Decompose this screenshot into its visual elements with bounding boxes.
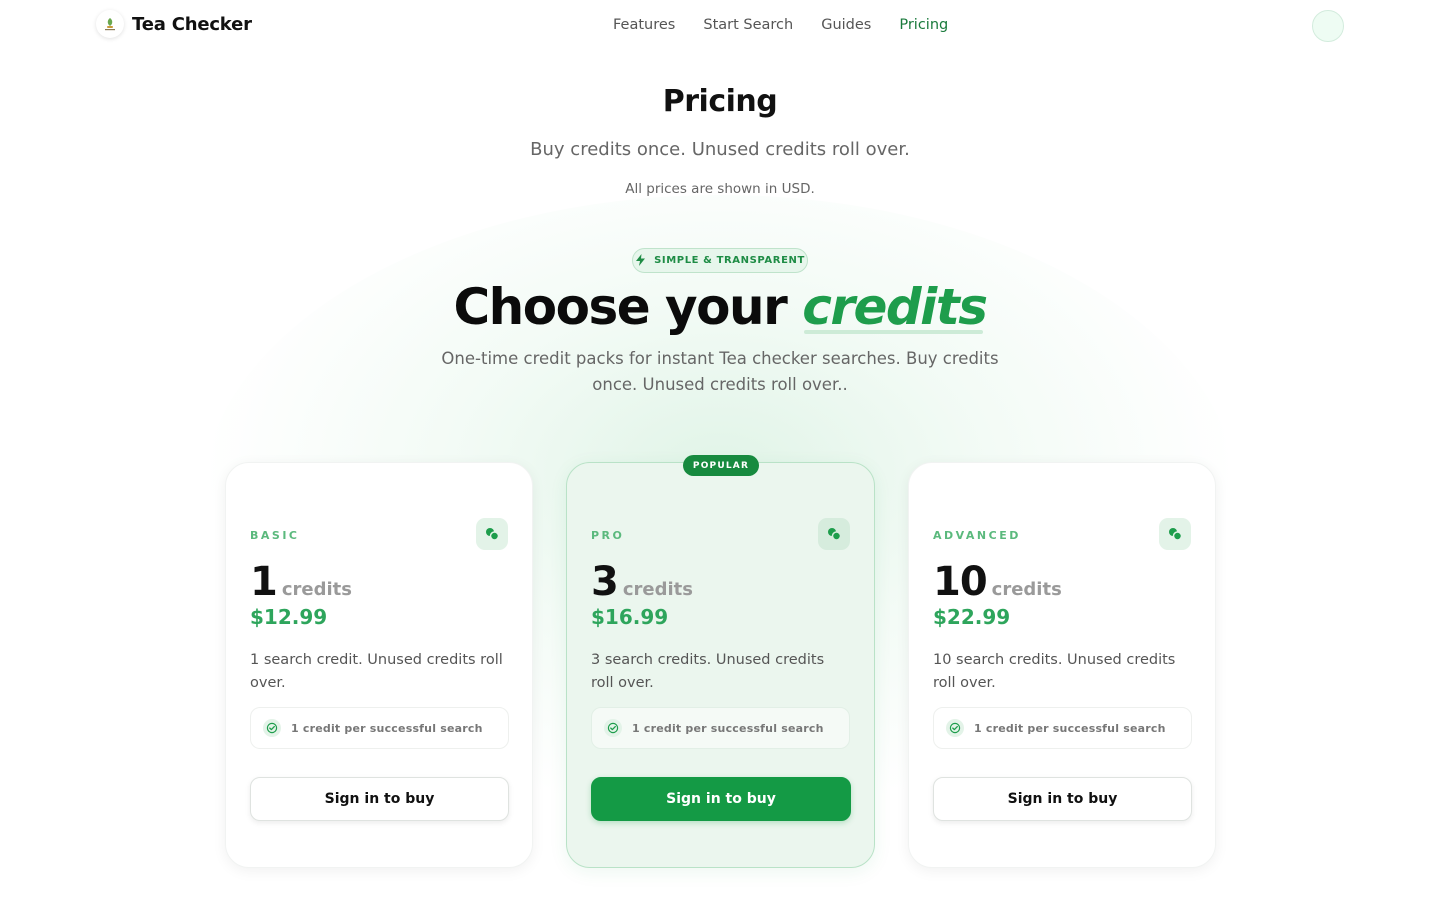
plan-price: $16.99 [591, 605, 669, 629]
hero-subtitle: One-time credit packs for instant Tea ch… [441, 349, 999, 394]
plan-description: 3 search credits. Unused credits roll ov… [591, 652, 825, 691]
hero-badge-label: SIMPLE & TRANSPARENT [654, 255, 805, 266]
nav-pricing[interactable]: Pricing [899, 17, 948, 33]
plan-tier-label: BASIC [250, 529, 300, 542]
plan-card-basic: BASIC 1 credits $12.99 1 search credit. … [225, 462, 533, 868]
page-subtitle: Buy credits once. Unused credits roll ov… [530, 139, 910, 160]
nav-guides[interactable]: Guides [821, 17, 871, 33]
popular-badge: POPULAR [683, 455, 759, 476]
page-title: Pricing [662, 84, 778, 119]
plan-credits-unit: credits [991, 579, 1062, 600]
plan-feature: 1 credit per successful search [591, 707, 850, 749]
sign-in-to-buy-button[interactable]: Sign in to buy [933, 777, 1192, 821]
nav-features[interactable]: Features [613, 17, 675, 33]
lightning-icon [635, 251, 646, 270]
plan-credits-amount: 10 [933, 559, 988, 605]
plan-tier-label: PRO [591, 529, 625, 542]
hero-badge: SIMPLE & TRANSPARENT [632, 248, 808, 273]
plan-description: 10 search credits. Unused credits roll o… [933, 652, 1176, 691]
main-nav: Features Start Search Guides Pricing [613, 17, 948, 33]
plan-feature-text: 1 credit per successful search [632, 721, 824, 735]
user-avatar-button[interactable] [1312, 10, 1344, 42]
plan-price: $12.99 [250, 605, 328, 629]
coins-icon [818, 518, 850, 550]
plan-credits: 3 credits [591, 559, 693, 605]
hero-title-accent: credits [802, 278, 988, 336]
plan-feature: 1 credit per successful search [933, 707, 1192, 749]
plan-credits: 10 credits [933, 559, 1062, 605]
brand-link[interactable]: Tea Checker [96, 10, 252, 38]
plan-feature-text: 1 credit per successful search [291, 721, 483, 735]
coins-icon [1159, 518, 1191, 550]
hero-title-prefix: Choose your [453, 278, 787, 336]
check-circle-icon [604, 719, 622, 737]
nav-start-search[interactable]: Start Search [703, 17, 793, 33]
plan-feature-text: 1 credit per successful search [974, 721, 1166, 735]
coins-icon [476, 518, 508, 550]
plan-credits-amount: 1 [250, 559, 278, 605]
plan-credits-unit: credits [281, 579, 352, 600]
plan-credits: 1 credits [250, 559, 352, 605]
plan-credits-amount: 3 [591, 559, 619, 605]
plan-card-pro: POPULAR PRO 3 credits $16.99 3 search cr… [566, 455, 875, 868]
plan-price: $22.99 [933, 605, 1011, 629]
plan-credits-unit: credits [622, 579, 693, 600]
tea-leaf-logo-icon [96, 10, 124, 38]
plan-card-advanced: ADVANCED 10 credits $22.99 10 search cre… [908, 462, 1216, 868]
sign-in-to-buy-button[interactable]: Sign in to buy [250, 777, 509, 821]
sign-in-to-buy-button[interactable]: Sign in to buy [591, 777, 851, 821]
check-circle-icon [263, 719, 281, 737]
plan-feature: 1 credit per successful search [250, 707, 509, 749]
plan-description: 1 search credit. Unused credits roll ove… [250, 652, 503, 691]
top-navbar: Tea Checker Features Start Search Guides… [0, 0, 1440, 52]
check-circle-icon [946, 719, 964, 737]
hero-title: Choose your credits [0, 278, 1440, 336]
plan-tier-label: ADVANCED [933, 529, 1021, 542]
brand-name: Tea Checker [132, 13, 252, 35]
